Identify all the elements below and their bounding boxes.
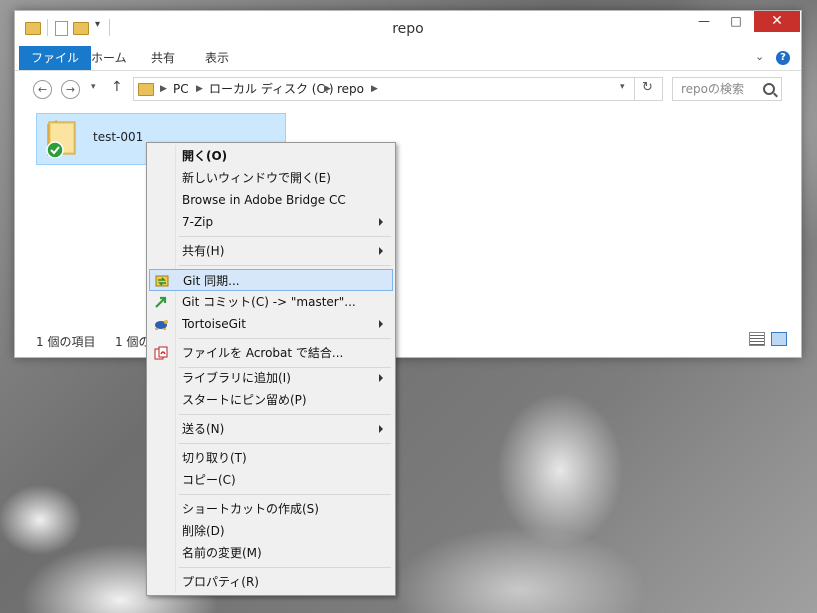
git-commit-icon [155, 296, 167, 308]
menu-item-copy[interactable]: コピー(C) [149, 469, 393, 491]
navigation-bar: ← → ▾ ↑ ▶ PC ▶ ローカル ディスク (C:) ▶ repo ▶ ▾… [15, 73, 801, 105]
forward-icon[interactable]: → [61, 80, 80, 99]
menu-item-label: スタートにピン留め(P) [182, 393, 307, 407]
context-menu: 開く(O) 新しいウィンドウで開く(E) Browse in Adobe Bri… [146, 142, 396, 596]
menu-item-tortoisegit[interactable]: TortoiseGit [149, 313, 393, 335]
back-icon[interactable]: ← [33, 80, 52, 99]
tortoisegit-icon [155, 320, 168, 330]
menu-item-label: 削除(D) [182, 524, 225, 538]
tab-share[interactable]: 共有 [139, 46, 187, 70]
folder-icon [138, 83, 154, 96]
breadcrumb-pc[interactable]: PC [173, 78, 189, 100]
menu-item-label: Git コミット(C) -> "master"... [182, 295, 356, 309]
menu-item-label: コピー(C) [182, 473, 236, 487]
explorer-window: ▾ repo — □ ✕ ファイル ホーム 共有 表示 ⌄ ? ← → ▾ ↑ … [14, 10, 802, 358]
file-list-pane[interactable]: test-001 [15, 107, 801, 323]
menu-item-label: 開く(O) [182, 149, 228, 163]
menu-item-label: 名前の変更(M) [182, 546, 262, 560]
menu-item-open-new-window[interactable]: 新しいウィンドウで開く(E) [149, 167, 393, 189]
folder-git-icon [46, 120, 76, 158]
menu-item-label: 新しいウィンドウで開く(E) [182, 171, 331, 185]
menu-separator [179, 567, 391, 568]
menu-item-adobe-bridge[interactable]: Browse in Adobe Bridge CC [149, 189, 393, 211]
item-count: 1 個の項目 [36, 335, 96, 349]
minimize-button[interactable]: — [690, 11, 718, 32]
menu-item-share[interactable]: 共有(H) [149, 240, 393, 262]
large-icons-view-icon[interactable] [771, 332, 787, 346]
close-button[interactable]: ✕ [754, 11, 800, 32]
up-icon[interactable]: ↑ [111, 79, 123, 95]
recent-locations-icon[interactable]: ▾ [91, 82, 96, 92]
submenu-arrow-icon [379, 320, 383, 328]
menu-item-pin-to-start[interactable]: スタートにピン留め(P) [149, 389, 393, 411]
crumb-separator-icon[interactable]: ▶ [371, 78, 378, 100]
menu-item-label: 切り取り(T) [182, 451, 247, 465]
menu-item-label: Browse in Adobe Bridge CC [182, 193, 346, 207]
tab-home[interactable]: ホーム [79, 46, 139, 70]
menu-item-git-commit[interactable]: Git コミット(C) -> "master"... [149, 291, 393, 313]
address-history-icon[interactable]: ▾ [620, 82, 625, 92]
menu-item-properties[interactable]: プロパティ(R) [149, 571, 393, 593]
menu-item-add-to-library[interactable]: ライブラリに追加(I) [149, 367, 393, 389]
submenu-arrow-icon [379, 374, 383, 382]
acrobat-icon [154, 346, 168, 360]
details-view-icon[interactable] [749, 332, 765, 346]
menu-separator [179, 414, 391, 415]
menu-separator [179, 236, 391, 237]
menu-item-label: TortoiseGit [182, 317, 246, 331]
tab-view[interactable]: 表示 [193, 46, 241, 70]
title-bar: ▾ repo — □ ✕ [15, 11, 801, 43]
submenu-arrow-icon [379, 218, 383, 226]
menu-item-label: Git 同期... [183, 274, 240, 288]
breadcrumb-local-disk[interactable]: ローカル ディスク (C:) [209, 78, 334, 100]
address-bar[interactable]: ▶ PC ▶ ローカル ディスク (C:) ▶ repo ▶ ▾ ↻ [133, 77, 663, 101]
search-input[interactable]: repoの検索 [672, 77, 782, 101]
divider [634, 78, 635, 100]
menu-item-create-shortcut[interactable]: ショートカットの作成(S) [149, 498, 393, 520]
menu-item-label: プロパティ(R) [182, 575, 259, 589]
menu-item-git-sync[interactable]: Git 同期... [149, 269, 393, 291]
crumb-separator-icon[interactable]: ▶ [196, 78, 203, 100]
menu-item-label: ショートカットの作成(S) [182, 502, 319, 516]
menu-item-label: 共有(H) [182, 244, 225, 258]
crumb-separator-icon[interactable]: ▶ [160, 78, 167, 100]
menu-separator [179, 443, 391, 444]
search-icon[interactable] [763, 83, 775, 95]
menu-separator [179, 338, 391, 339]
status-bar: 1 個の項目 1 個の [15, 329, 801, 355]
maximize-button[interactable]: □ [722, 11, 750, 32]
submenu-arrow-icon [379, 425, 383, 433]
refresh-icon[interactable]: ↻ [642, 80, 653, 95]
menu-item-send-to[interactable]: 送る(N) [149, 418, 393, 440]
menu-item-label: 7-Zip [182, 215, 214, 229]
menu-item-open[interactable]: 開く(O) [149, 145, 393, 167]
menu-item-rename[interactable]: 名前の変更(M) [149, 542, 393, 564]
menu-item-label: 送る(N) [182, 422, 225, 436]
search-placeholder: repoの検索 [681, 82, 745, 96]
menu-item-label: ライブラリに追加(I) [182, 371, 291, 385]
menu-item-label: ファイルを Acrobat で結合... [182, 346, 344, 360]
menu-separator [179, 265, 391, 266]
help-icon[interactable]: ? [776, 51, 790, 65]
menu-item-cut[interactable]: 切り取り(T) [149, 447, 393, 469]
crumb-separator-icon[interactable]: ▶ [324, 78, 331, 100]
submenu-arrow-icon [379, 247, 383, 255]
breadcrumb-repo[interactable]: repo [337, 78, 364, 100]
git-sync-icon [155, 275, 169, 287]
window-title: repo [392, 21, 424, 37]
menu-item-acrobat-combine[interactable]: ファイルを Acrobat で結合... [149, 342, 393, 364]
ribbon-expand-icon[interactable]: ⌄ [755, 50, 764, 63]
file-name: test-001 [93, 130, 144, 144]
ribbon-tabs: ファイル ホーム 共有 表示 ⌄ ? [15, 46, 801, 71]
menu-item-7zip[interactable]: 7-Zip [149, 211, 393, 233]
menu-separator [179, 494, 391, 495]
menu-item-delete[interactable]: 削除(D) [149, 520, 393, 542]
